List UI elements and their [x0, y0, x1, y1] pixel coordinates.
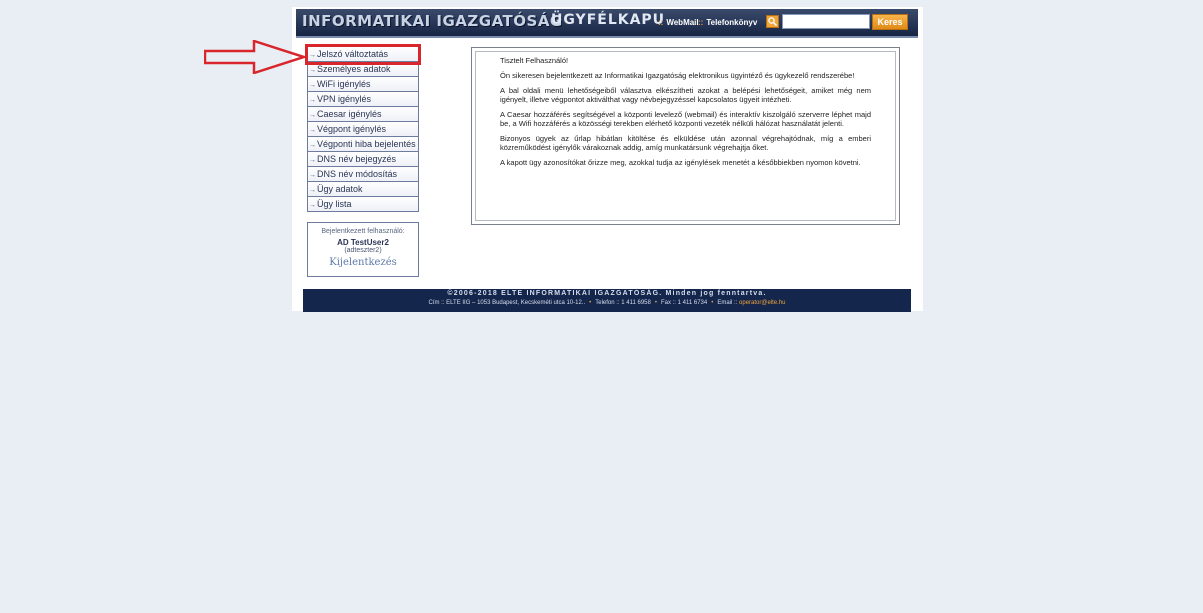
sidebar-item-wifi-request[interactable]: →WiFi igénylés: [308, 77, 418, 92]
search-button[interactable]: Keres: [872, 14, 908, 30]
welcome-greeting: Tisztelt Felhasználó!: [500, 56, 569, 65]
sidebar-item-caesar-request[interactable]: →Caesar igénylés: [308, 107, 418, 122]
user-id: (adteszter2): [344, 247, 382, 254]
welcome-paragraph: A bal oldali menü lehetőségeiből választ…: [500, 86, 871, 104]
arrow-icon: →: [309, 142, 316, 149]
welcome-panel-inner: Tisztelt Felhasználó! Ön sikeresen bejel…: [475, 51, 896, 221]
welcome-paragraph: Ön sikeresen bejelentkezett az Informati…: [500, 71, 855, 80]
bullet-icon: ::: [658, 18, 664, 27]
fax-text: Fax :: 1 411 6734: [660, 300, 708, 306]
arrow-icon: →: [309, 112, 316, 119]
sidebar-item-personal-data[interactable]: →Személyes adatok: [308, 62, 418, 77]
arrow-icon: →: [309, 172, 316, 179]
search-icon[interactable]: [766, 15, 779, 28]
contact-line: Cím :: ELTE IIG – 1053 Budapest, Kecskem…: [303, 300, 911, 306]
address-text: Cím :: ELTE IIG – 1053 Budapest, Kecskem…: [428, 300, 586, 306]
welcome-paragraph: A kapott ügy azonosítókat őrizze meg, az…: [500, 158, 861, 167]
bullet-icon: ::: [698, 18, 704, 27]
copyright-text: ©2006-2018 ELTE INFORMATIKAI IGAZGATÓSÁG…: [447, 290, 767, 297]
user-info-box: Bejelentkezett felhasználó: AD TestUser2…: [307, 222, 419, 277]
search-input[interactable]: [782, 14, 870, 29]
sidebar-item-case-data[interactable]: →Ügy adatok: [308, 182, 418, 197]
separator-dot: •: [711, 300, 714, 306]
welcome-paragraph: Bizonyos ügyek az űrlap hibátlan kitölté…: [500, 134, 871, 152]
phone-text: Telefon :: 1 411 6958: [595, 300, 651, 306]
sidebar-item-dns-modification[interactable]: →DNS név módosítás: [308, 167, 418, 182]
sidebar-item-dns-registration[interactable]: →DNS név bejegyzés: [308, 152, 418, 167]
email-link[interactable]: operator@elte.hu: [739, 300, 785, 306]
webmail-link[interactable]: :: WebMail: [658, 18, 699, 27]
arrow-icon: →: [309, 82, 316, 89]
arrow-icon: →: [309, 97, 316, 104]
sidebar-menu: →Jelszó változtatás →Személyes adatok →W…: [305, 44, 421, 212]
welcome-paragraph: A Caesar hozzáférés segítségével a közpo…: [500, 110, 871, 128]
logout-link[interactable]: Kijelentkezés: [308, 257, 418, 268]
arrow-icon: →: [309, 52, 316, 59]
phonebook-link[interactable]: :: Telefonkönyv: [698, 18, 757, 27]
arrow-icon: →: [309, 67, 316, 74]
separator-dot: •: [654, 300, 657, 306]
arrow-icon: →: [309, 157, 316, 164]
sidebar-item-vpn-request[interactable]: →VPN igénylés: [308, 92, 418, 107]
welcome-panel: Tisztelt Felhasználó! Ön sikeresen bejel…: [471, 47, 900, 225]
logged-in-label: Bejelentkezett felhasználó:: [321, 228, 405, 235]
sidebar-item-password-change[interactable]: →Jelszó változtatás: [305, 44, 421, 65]
red-arrow-annotation: [204, 40, 306, 74]
sidebar-item-endpoint-request[interactable]: →Végpont igénylés: [308, 122, 418, 137]
arrow-icon: →: [309, 187, 316, 194]
header-bar: INFORMATIKAI IGAZGATÓSÁG ÜGYFÉLKAPU :: We…: [296, 9, 918, 38]
sidebar-item-endpoint-fault-report[interactable]: →Végponti hiba bejelentés: [308, 137, 418, 152]
arrow-icon: →: [309, 127, 316, 134]
section-title: ÜGYFÉLKAPU: [551, 12, 666, 28]
brand-logo: INFORMATIKAI IGAZGATÓSÁG: [302, 12, 563, 30]
sidebar-item-case-list[interactable]: →Ügy lista: [308, 197, 418, 211]
user-name: AD TestUser2: [337, 238, 389, 247]
arrow-icon: →: [309, 202, 316, 209]
email-label: Email ::: [717, 300, 738, 306]
separator-dot: •: [589, 300, 592, 306]
footer-bar: ©2006-2018 ELTE INFORMATIKAI IGAZGATÓSÁG…: [303, 289, 911, 312]
